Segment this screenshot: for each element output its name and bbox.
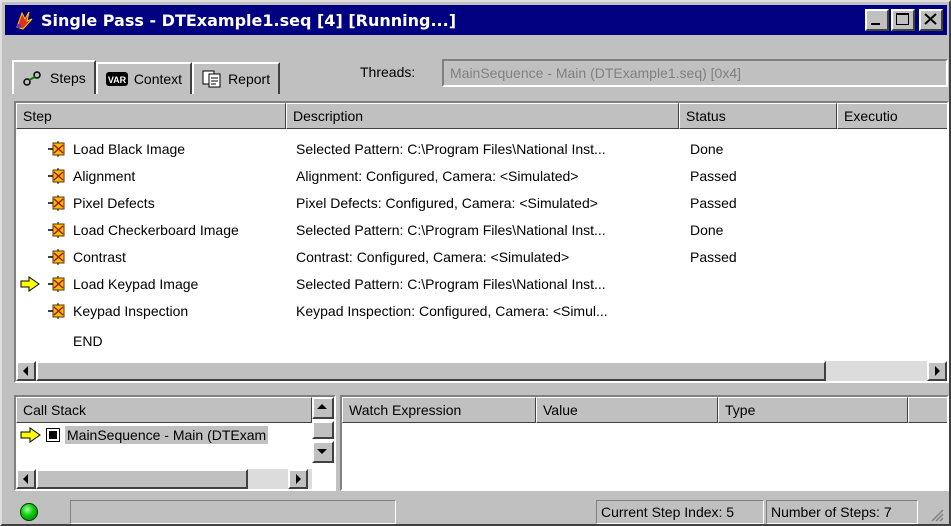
steps-icon [23, 71, 41, 86]
step-status: Done [690, 141, 724, 157]
current-step-index: Current Step Index: 5 [596, 500, 764, 524]
step-type-icon [48, 168, 66, 184]
step-type-icon [48, 141, 66, 157]
current-arrow-icon [20, 427, 41, 443]
left-arrow-icon [23, 366, 28, 376]
step-row[interactable]: Pixel Defects Pixel Defects: Configured, … [16, 191, 947, 217]
step-description: Selected Pattern: C:\Program Files\Natio… [296, 276, 606, 292]
column-header-step[interactable]: Step [16, 103, 286, 129]
column-header-status[interactable]: Status [679, 103, 837, 129]
call-stack-scroll-left-button[interactable] [16, 469, 36, 489]
step-type-icon [48, 195, 66, 211]
app-icon [11, 7, 37, 33]
tab-context[interactable]: VAR Context [95, 62, 193, 94]
step-name: Pixel Defects [73, 195, 155, 211]
number-of-steps: Number of Steps: 7 [766, 500, 918, 524]
step-row[interactable]: Keypad Inspection Keypad Inspection: Conf… [16, 299, 947, 325]
column-header-type[interactable]: Type [718, 397, 908, 423]
step-type-icon [48, 276, 66, 292]
step-status: Passed [690, 249, 737, 265]
step-name: Contrast [73, 249, 126, 265]
step-description: Selected Pattern: C:\Program Files\Natio… [296, 222, 606, 238]
call-stack-hscroll-thumb[interactable] [36, 469, 248, 489]
close-button[interactable] [919, 9, 943, 31]
step-name: Alignment [73, 168, 136, 184]
step-name: Keypad Inspection [73, 303, 189, 319]
call-stack-horizontal-scrollbar[interactable] [16, 469, 312, 489]
scroll-right-button[interactable] [927, 361, 947, 381]
view-tabs: Steps VAR Context Report [12, 60, 281, 94]
end-row: END [16, 329, 947, 355]
current-step-arrow-icon [20, 276, 40, 292]
threads-label: Threads: [360, 64, 416, 80]
right-arrow-icon [296, 474, 301, 484]
resize-grip-icon[interactable] [930, 508, 944, 522]
step-name: Load Black Image [73, 141, 186, 157]
tab-steps-label: Steps [50, 70, 86, 86]
call-stack-item-label: MainSequence - Main (DTExam [65, 426, 269, 444]
call-stack-vscroll-thumb[interactable] [312, 421, 334, 439]
step-type-icon [48, 222, 66, 238]
tab-report[interactable]: Report [192, 62, 281, 94]
step-status: Passed [690, 168, 737, 184]
tab-steps[interactable]: Steps [12, 60, 96, 94]
step-row[interactable]: Load Checkerboard Image Selected Pattern:… [16, 218, 947, 244]
left-arrow-icon [23, 474, 28, 484]
call-stack-header[interactable]: Call Stack [16, 397, 312, 423]
step-row[interactable]: Alignment Alignment: Configured, Camera: … [16, 164, 947, 190]
steps-list[interactable]: Step Description Status Executio Load Bl… [14, 101, 949, 383]
up-arrow-icon [317, 404, 327, 409]
right-arrow-icon [935, 366, 940, 376]
column-header-description[interactable]: Description [286, 103, 679, 129]
tab-context-label: Context [133, 71, 183, 87]
step-name: Load Keypad Image [73, 276, 199, 292]
column-header-filler [908, 397, 947, 423]
column-header-value[interactable]: Value [536, 397, 718, 423]
var-icon: VAR [105, 72, 128, 86]
title-bar[interactable]: Single Pass - DTExample1.seq [4] [Runnin… [5, 5, 947, 35]
step-description: Contrast: Configured, Camera: <Simulated… [296, 249, 570, 265]
running-status-led [20, 503, 38, 521]
step-description: Selected Pattern: C:\Program Files\Natio… [296, 141, 606, 157]
watch-panel[interactable]: Watch Expression Value Type [340, 395, 949, 491]
step-type-icon [48, 303, 66, 319]
step-row[interactable]: Contrast Contrast: Configured, Camera: <S… [16, 245, 947, 271]
report-icon [202, 70, 221, 88]
call-stack-scroll-right-button[interactable] [288, 469, 308, 489]
threads-dropdown[interactable]: MainSequence - Main (DTExample1.seq) [0x… [442, 59, 948, 87]
column-header-watch-expression[interactable]: Watch Expression [342, 397, 536, 423]
call-stack-item[interactable]: MainSequence - Main (DTExam [16, 423, 312, 447]
down-arrow-icon [317, 449, 327, 454]
status-progress-field [70, 500, 396, 524]
svg-text:VAR: VAR [108, 75, 127, 85]
steps-horizontal-scrollbar[interactable] [16, 361, 947, 381]
step-description: Alignment: Configured, Camera: <Simulate… [296, 168, 579, 184]
tab-report-label: Report [228, 71, 271, 87]
sequence-icon [46, 428, 60, 442]
step-description: Keypad Inspection: Configured, Camera: <… [296, 303, 608, 319]
column-header-execution[interactable]: Executio [837, 103, 947, 129]
minimize-icon [871, 23, 880, 25]
step-description: Pixel Defects: Configured, Camera: <Simu… [296, 195, 598, 211]
step-name: Load Checkerboard Image [73, 222, 239, 238]
call-stack-scroll-up-button[interactable] [312, 397, 334, 419]
minimize-button[interactable] [865, 9, 889, 31]
scroll-left-button[interactable] [16, 361, 36, 381]
status-bar: Current Step Index: 5 Number of Steps: 7 [2, 498, 949, 524]
call-stack-scroll-down-button[interactable] [312, 441, 334, 463]
step-status: Passed [690, 195, 737, 211]
scroll-thumb[interactable] [36, 361, 826, 381]
maximize-icon [896, 13, 909, 25]
step-status: Done [690, 222, 724, 238]
call-stack-panel[interactable]: Call Stack MainSequence - Main (DTExam [14, 395, 336, 491]
step-row[interactable]: Load Black Image Selected Pattern: C:\Pro… [16, 137, 947, 163]
step-row[interactable]: Load Keypad Image Selected Pattern: C:\Pr… [16, 272, 947, 298]
end-label: END [73, 333, 103, 349]
step-type-icon [48, 249, 66, 265]
close-icon [924, 13, 937, 25]
main-window: Single Pass - DTExample1.seq [4] [Runnin… [0, 0, 951, 526]
window-title: Single Pass - DTExample1.seq [4] [Runnin… [41, 10, 456, 30]
maximize-button[interactable] [891, 9, 915, 31]
